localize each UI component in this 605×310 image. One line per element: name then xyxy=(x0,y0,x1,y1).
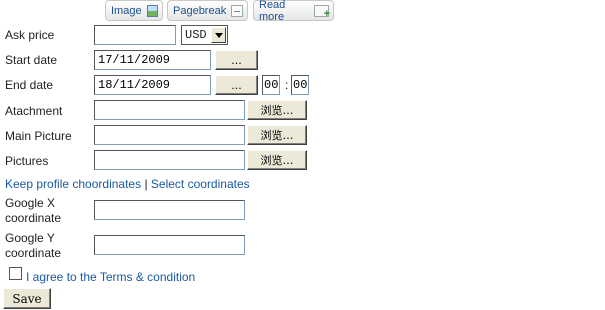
google-x-label-line1: Google X xyxy=(5,196,56,210)
currency-select[interactable]: USD xyxy=(181,25,228,45)
google-y-label-line1: Google Y xyxy=(5,231,55,245)
end-date-label: End date xyxy=(5,78,54,92)
select-coordinates-link[interactable]: Select coordinates xyxy=(151,177,250,191)
google-y-input[interactable] xyxy=(94,235,245,255)
read-more-icon xyxy=(314,4,330,20)
start-date-input[interactable]: 17/11/2009 xyxy=(94,50,211,70)
google-x-label: Google X coordinate xyxy=(5,196,61,225)
pagebreak-button[interactable]: Pagebreak xyxy=(167,0,248,21)
start-date-label: Start date xyxy=(5,53,58,67)
pictures-file-input[interactable] xyxy=(94,150,245,170)
end-hour-input[interactable]: 00 xyxy=(262,75,280,95)
pictures-browse-button[interactable]: 浏览… xyxy=(247,150,307,170)
attachment-browse-button[interactable]: 浏览… xyxy=(247,100,307,120)
pictures-label: Pictures xyxy=(5,154,49,168)
main-picture-label: Main Picture xyxy=(5,129,72,143)
coordinate-links: Keep profile choordinates | Select coord… xyxy=(5,177,250,191)
main-picture-browse-button[interactable]: 浏览… xyxy=(247,125,307,145)
read-more-button-label: Read more xyxy=(259,0,286,23)
image-button-label: Image xyxy=(111,4,142,17)
start-date-picker-button[interactable]: ... xyxy=(215,50,258,70)
google-x-label-line2: coordinate xyxy=(5,211,62,225)
save-button[interactable]: Save xyxy=(3,288,51,309)
main-picture-file-input[interactable] xyxy=(94,125,245,145)
pagebreak-button-label: Pagebreak xyxy=(173,4,227,17)
terms-link[interactable]: I agree to the Terms & condition xyxy=(26,270,195,284)
terms-checkbox[interactable] xyxy=(9,267,22,280)
attachment-label: Atachment xyxy=(5,104,63,118)
image-icon xyxy=(146,4,158,17)
read-more-button[interactable]: Read more xyxy=(253,0,334,23)
google-y-label-line2: coordinate xyxy=(5,246,62,260)
ask-price-input[interactable] xyxy=(94,25,176,45)
attachment-file-input[interactable] xyxy=(94,100,245,120)
ask-price-label: Ask price xyxy=(5,28,55,42)
pagebreak-icon xyxy=(231,4,243,17)
keep-profile-coordinates-link[interactable]: Keep profile choordinates xyxy=(5,177,141,191)
time-separator: : xyxy=(285,78,289,92)
end-date-input[interactable]: 18/11/2009 xyxy=(94,75,211,95)
image-button[interactable]: Image xyxy=(105,0,163,21)
google-x-input[interactable] xyxy=(94,200,245,220)
google-y-label: Google Y coordinate xyxy=(5,231,61,260)
currency-select-value: USD xyxy=(185,28,207,42)
chevron-down-icon[interactable] xyxy=(211,27,226,43)
end-date-picker-button[interactable]: ... xyxy=(215,75,258,95)
end-minute-input[interactable]: 00 xyxy=(291,75,309,95)
link-separator: | xyxy=(144,177,148,191)
